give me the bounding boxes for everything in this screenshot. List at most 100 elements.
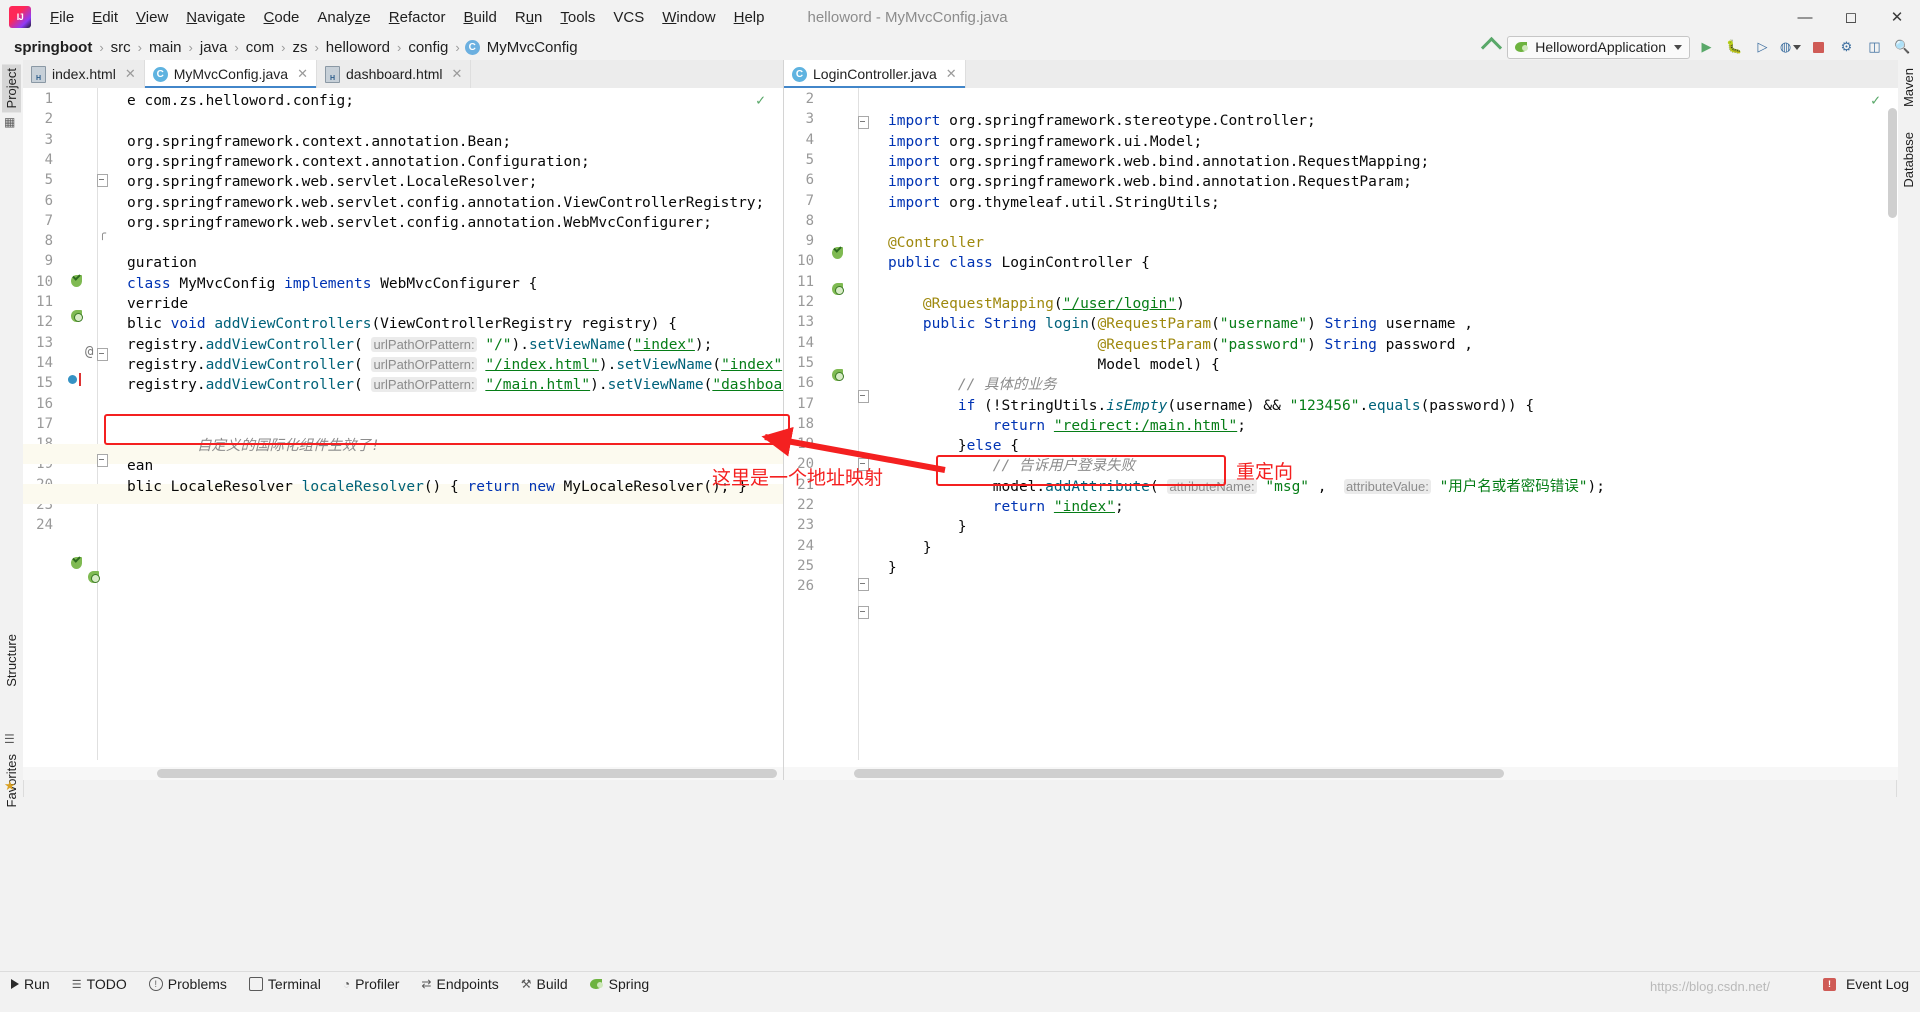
fold-marker[interactable] [97,454,108,467]
fold-marker[interactable] [97,174,108,187]
run-icon[interactable]: ▶ [1695,37,1718,58]
code-line[interactable]: blic LocaleResolver localeResolver() { r… [127,477,747,497]
build-hammer-icon[interactable] [1480,37,1502,57]
menu-item-help[interactable]: Help [725,5,774,30]
sidebar-item-structure[interactable]: Structure [2,630,21,691]
menu-item-window[interactable]: Window [653,5,724,30]
update-running-app-icon[interactable]: ⚙ [1835,37,1858,58]
spring-mapping-gutter-icon[interactable] [831,368,845,382]
code-line[interactable]: }else { [888,436,1019,456]
status-bar-run[interactable]: Run [0,972,61,996]
code-line[interactable]: } [888,558,897,578]
code-line[interactable]: @RequestMapping("/user/login") [888,294,1185,314]
spring-component-gutter-icon[interactable] [831,282,845,296]
close-tab-icon[interactable]: ✕ [946,66,957,82]
breadcrumb-item-src[interactable]: src [109,38,133,57]
spring-bean-gutter-icon[interactable] [831,246,845,260]
menu-item-edit[interactable]: Edit [83,5,127,30]
code-line[interactable]: // 具体的业务 [888,375,1057,395]
status-bar-spring[interactable]: Spring [579,972,660,996]
search-everywhere-icon[interactable]: 🔍 [1891,37,1914,58]
status-bar-endpoints[interactable]: ⇄ Endpoints [410,972,509,996]
code-line[interactable]: org.springframework.context.annotation.C… [127,152,590,172]
breadcrumb-item-springboot[interactable]: springboot [12,38,94,57]
left-code-editor[interactable]: 12345678910111213141516171819202324 ✓ e … [23,88,783,780]
breadcrumb-item-java[interactable]: java [198,38,230,57]
spring-bean-gutter-icon[interactable] [70,274,84,288]
sidebar-item-database[interactable]: Database [1899,128,1918,192]
run-configuration-selector[interactable]: HellowordApplication [1507,35,1690,59]
tab-mymvcconfig-java[interactable]: C MyMvcConfig.java ✕ [144,60,317,88]
stop-icon[interactable] [1807,37,1830,58]
spring-component-gutter-icon[interactable] [70,309,84,323]
layout-icon[interactable]: ◫ [1863,37,1886,58]
fold-marker[interactable] [858,390,869,403]
code-line[interactable]: registry.addViewController( urlPathOrPat… [127,375,783,395]
breadcrumb-item-com[interactable]: com [244,38,276,57]
breadcrumb-item-helloword[interactable]: helloword [324,38,392,57]
fold-marker[interactable] [858,116,869,129]
right-vertical-scrollbar[interactable] [1888,108,1897,218]
code-line[interactable]: return "redirect:/main.html"; [888,416,1246,436]
menu-item-tools[interactable]: Tools [551,5,604,30]
run-with-coverage-icon[interactable]: ▷ [1751,37,1774,58]
menu-item-view[interactable]: View [127,5,177,30]
breadcrumb-item-zs[interactable]: zs [290,38,309,57]
status-bar-todo[interactable]: ☰ TODO [61,972,138,996]
status-bar-problems[interactable]: ! Problems [138,972,238,996]
code-line[interactable]: org.springframework.web.servlet.config.a… [127,193,764,213]
code-line[interactable]: blic void addViewControllers(ViewControl… [127,314,677,334]
code-line[interactable]: class MyMvcConfig implements WebMvcConfi… [127,274,537,294]
menu-item-analyze[interactable]: Analyze [308,5,379,30]
maximize-icon[interactable]: ◻ [1828,0,1874,34]
breadcrumb-item-mymvcconfig[interactable]: C MyMvcConfig [464,38,580,57]
code-line[interactable]: import org.thymeleaf.util.StringUtils; [888,193,1220,213]
sidebar-item-maven[interactable]: Maven [1899,64,1918,111]
breadcrumb-item-config[interactable]: config [406,38,450,57]
sidebar-item-project[interactable]: Project [2,64,21,113]
code-line[interactable]: Model model) { [888,355,1220,375]
menu-item-vcs[interactable]: VCS [604,5,653,30]
code-line[interactable]: ean [127,456,153,476]
fold-marker[interactable] [97,348,108,361]
menu-item-run[interactable]: Run [506,5,552,30]
close-icon[interactable]: ✕ [1874,0,1920,34]
menu-item-build[interactable]: Build [454,5,505,30]
project-structure-icon[interactable]: ▦ [4,115,19,130]
menu-item-refactor[interactable]: Refactor [380,5,455,30]
code-line[interactable]: e com.zs.helloword.config; [127,91,354,111]
code-line[interactable]: import org.springframework.web.bind.anno… [888,172,1412,192]
code-line[interactable]: @Controller [888,233,984,253]
menu-item-code[interactable]: Code [255,5,309,30]
left-editor-code[interactable]: e com.zs.helloword.config; org.springfram… [99,88,783,780]
code-line[interactable]: import org.springframework.stereotype.Co… [888,111,1316,131]
close-tab-icon[interactable]: ✕ [125,66,136,82]
right-code-editor[interactable]: 2 3 4 5 6 7 8 9 10 11 12 13 14 15 16 17 18 19 20 21 22 23 24 25… [783,88,1898,780]
spring-component-gutter-icon[interactable] [87,570,101,584]
code-line[interactable]: } [888,538,932,558]
code-line[interactable]: @RequestParam("password") String passwor… [888,335,1473,355]
code-line[interactable]: import org.springframework.ui.Model; [888,132,1202,152]
code-line[interactable]: public class LoginController { [888,253,1150,273]
code-line[interactable]: org.springframework.web.servlet.LocaleRe… [127,172,537,192]
status-bar-terminal[interactable]: Terminal [238,972,332,996]
tab-logincontroller-java[interactable]: C LoginController.java ✕ [784,60,966,88]
code-line[interactable]: guration [127,253,197,273]
code-line[interactable]: verride [127,294,188,314]
code-line[interactable]: org.springframework.context.annotation.B… [127,132,511,152]
profiler-icon[interactable]: ◍ [1779,37,1802,58]
code-line[interactable]: registry.addViewController( urlPathOrPat… [127,355,783,375]
tab-dashboard-html[interactable]: dashboard.html ✕ [317,60,472,88]
fold-marker[interactable] [858,578,869,591]
code-line[interactable]: 自定义的国际化组件生效了! [197,436,380,456]
spring-bean-gutter-icon[interactable] [70,556,84,570]
code-line[interactable]: import org.springframework.web.bind.anno… [888,152,1429,172]
status-bar-build[interactable]: ⚒ Build [510,972,579,996]
event-log-button[interactable]: ! Event Log [1812,972,1920,996]
menu-item-navigate[interactable]: Navigate [177,5,254,30]
left-horizontal-scrollbar[interactable] [157,769,777,778]
close-tab-icon[interactable]: ✕ [297,66,308,82]
code-line[interactable]: } [888,517,967,537]
right-editor-code[interactable]: import org.springframework.stereotype.Co… [860,88,1898,780]
minimize-icon[interactable]: — [1782,0,1828,34]
